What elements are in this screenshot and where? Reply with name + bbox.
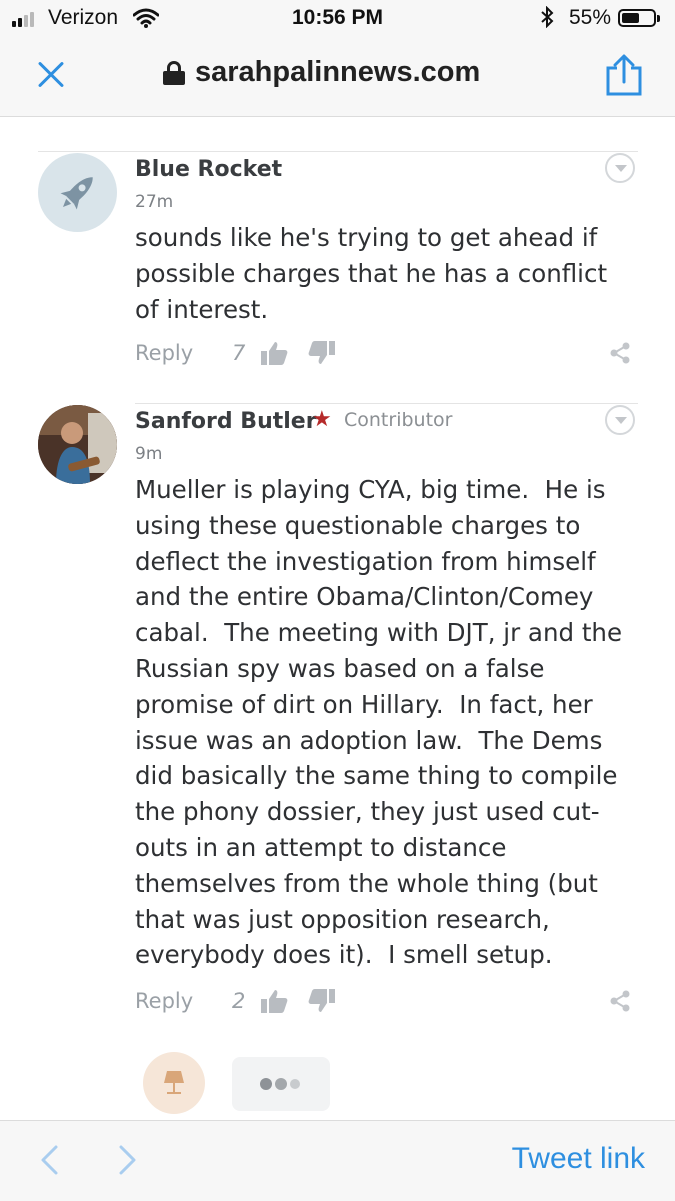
more-options-button[interactable] (232, 1057, 330, 1111)
thumbs-up-icon[interactable] (260, 988, 288, 1014)
tweet-link-button[interactable]: Tweet link (512, 1142, 645, 1176)
dot-icon (290, 1079, 300, 1089)
dot-icon (275, 1078, 287, 1090)
share-icon[interactable] (604, 54, 644, 96)
comment-menu-button[interactable] (605, 405, 635, 435)
reply-button[interactable]: Reply (135, 989, 193, 1013)
share-icon[interactable] (608, 989, 632, 1013)
comment-divider (135, 403, 638, 404)
comment-time[interactable]: 27m (135, 192, 173, 212)
comment-time[interactable]: 9m (135, 444, 162, 464)
status-bar: Verizon 10:56 PM 55% (0, 0, 675, 38)
thumbs-down-icon[interactable] (308, 988, 336, 1014)
rocket-icon (60, 177, 93, 210)
url-text: sarahpalinnews.com (195, 56, 481, 88)
comment-body: Mueller is playing CYA, big time. He is … (135, 475, 623, 970)
thumbs-up-icon[interactable] (260, 340, 288, 366)
upvote-count: 2 (232, 989, 246, 1013)
lamp-icon (164, 1071, 184, 1094)
bluetooth-icon (541, 6, 554, 28)
share-icon[interactable] (608, 341, 632, 365)
comment-body: sounds like he's trying to get ahead if … (135, 223, 608, 324)
thumbs-down-icon[interactable] (308, 340, 336, 366)
user-photo (38, 405, 117, 484)
comment-author[interactable]: Sanford Butler (135, 409, 317, 434)
comment-author[interactable]: Blue Rocket (135, 157, 282, 182)
reply-button[interactable]: Reply (135, 341, 193, 365)
url-display[interactable]: sarahpalinnews.com (163, 56, 480, 89)
battery-percent: 55% (569, 6, 612, 29)
comment-divider (38, 151, 638, 152)
comment-menu-button[interactable] (605, 153, 635, 183)
dot-icon (260, 1078, 272, 1090)
chevron-left-icon[interactable] (38, 1144, 60, 1176)
lock-icon (163, 60, 185, 85)
contributor-badge: Contributor (344, 409, 453, 431)
avatar[interactable] (38, 405, 117, 484)
lamp-button[interactable] (143, 1052, 205, 1114)
close-icon[interactable] (36, 60, 66, 90)
chevron-right-icon[interactable] (117, 1144, 139, 1176)
battery-icon (618, 9, 660, 27)
upvote-count: 7 (232, 341, 246, 365)
avatar[interactable] (38, 153, 117, 232)
contributor-star-icon: ★ (312, 407, 332, 432)
